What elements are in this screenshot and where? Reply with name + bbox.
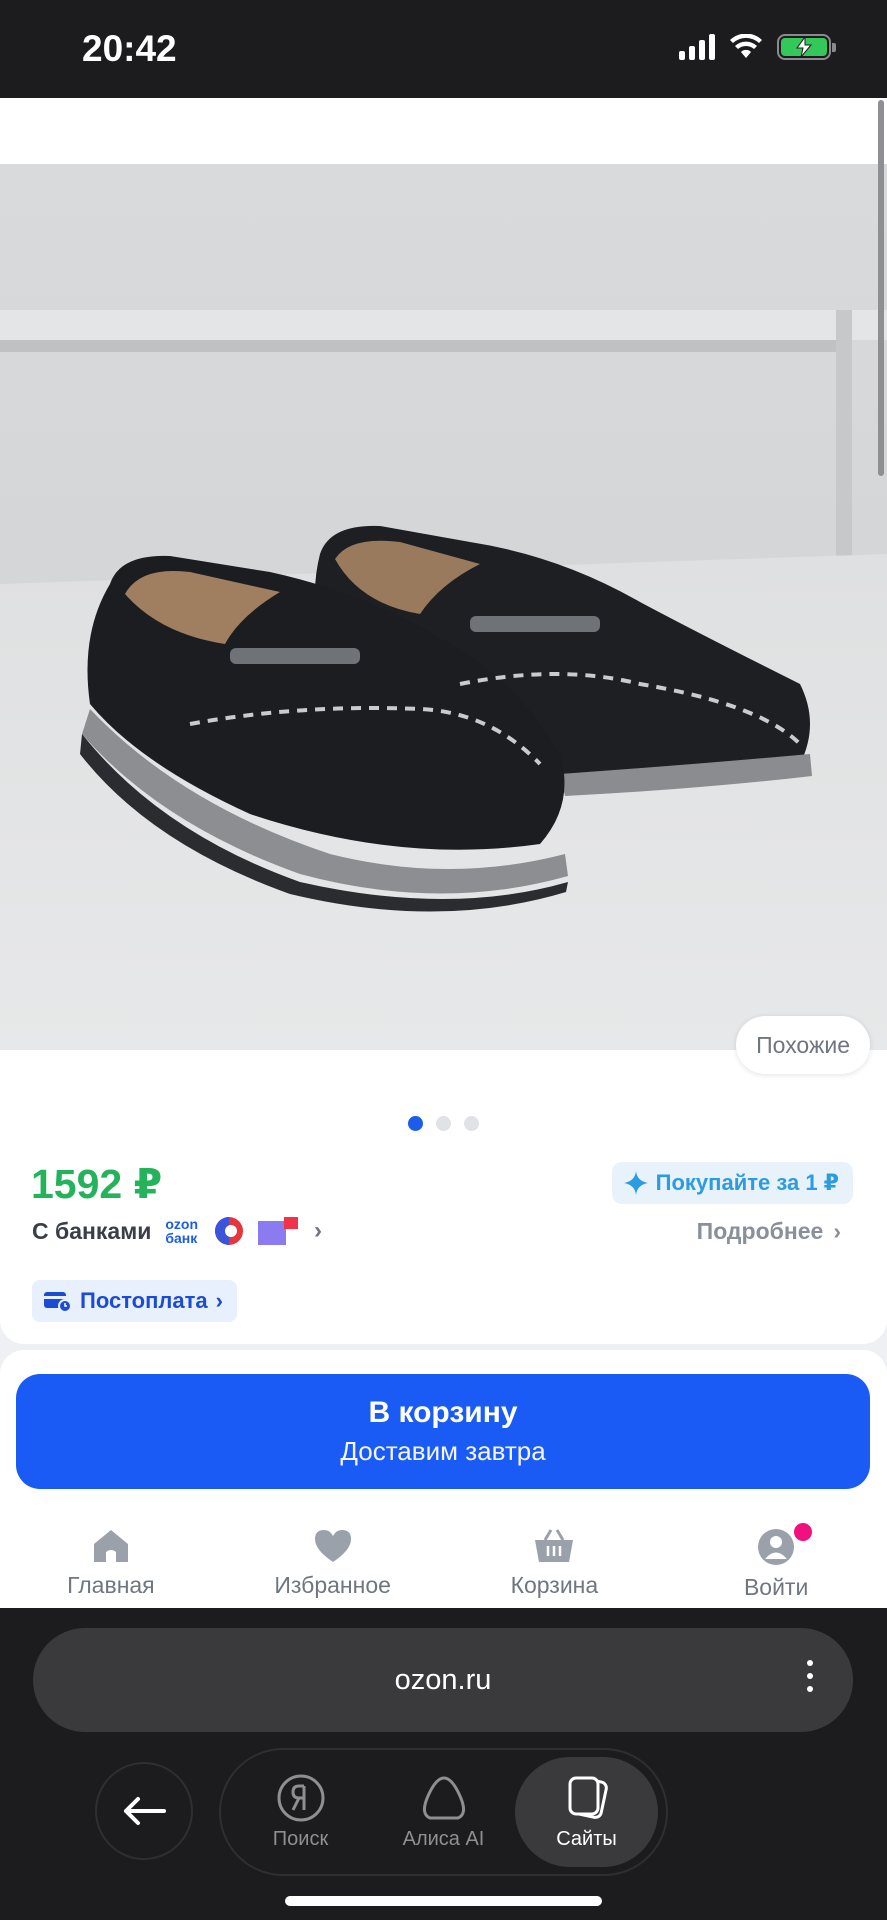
notification-badge [791,1520,816,1544]
heart-icon [314,1530,351,1562]
product-card: Похожие 1592 ₽ Покупайте за 1 ₽ С банкам… [0,164,887,1344]
postpay-label: Постоплата [80,1288,208,1313]
address-bar[interactable]: ozon.ru [33,1628,853,1732]
basket-icon [535,1529,574,1562]
tab-search[interactable]: Поиск [229,1757,372,1867]
nav-favorites-label: Избранное [274,1572,391,1598]
more-menu-icon[interactable] [807,1660,813,1692]
yandex-icon [277,1774,324,1821]
tab-alice[interactable]: Алиса AI [372,1757,515,1867]
status-bar: 20:42 [0,0,887,98]
product-photo[interactable] [0,164,887,1050]
tab-search-label: Поиск [272,1827,329,1850]
bank-offers[interactable]: С банками ozon банк › [32,1216,322,1246]
home-indicator[interactable] [285,1896,602,1906]
chevron-right-icon: › [215,1288,223,1313]
tabs-icon [568,1776,608,1819]
delivery-label: Доставим завтра [340,1436,546,1466]
similar-button[interactable]: Похожие [736,1016,870,1074]
details-link[interactable]: Подробнее › [697,1218,841,1245]
url-text: ozon.ru [394,1663,492,1696]
nav-login[interactable]: Войти [665,1510,887,1608]
cart-panel: В корзину Доставим завтра Главная Избран… [0,1350,887,1608]
nav-cart[interactable]: Корзина [444,1510,666,1608]
banks-label: С банками [32,1217,152,1244]
pager-dot[interactable] [408,1116,423,1131]
add-to-cart-label: В корзину [368,1396,518,1429]
nav-home[interactable]: Главная [0,1510,222,1608]
battery-icon [777,34,836,60]
home-icon [93,1530,128,1562]
image-pager[interactable] [0,1116,887,1131]
browser-toolbar: ozon.ru Поиск Алиса AI Сайты [0,1608,887,1920]
user-icon [758,1529,795,1565]
bottom-nav: Главная Избранное Корзина Войти [0,1510,887,1608]
nav-home-label: Главная [67,1572,155,1598]
promo-text: Покупайте за 1 ₽ [655,1170,839,1195]
postpay-badge[interactable]: Постоплата › [32,1280,237,1322]
nav-cart-label: Корзина [510,1572,599,1598]
tab-alice-label: Алиса AI [402,1827,485,1850]
chevron-right-icon: › [314,1217,323,1244]
arrow-left-icon [124,1797,166,1825]
signal-icon [679,34,715,60]
promo-badge[interactable]: Покупайте за 1 ₽ [611,1162,853,1204]
wifi-icon [730,34,762,58]
status-icons [679,34,836,60]
alice-icon [422,1775,465,1819]
product-price: 1592 ₽ [31,1161,163,1207]
web-page: Похожие 1592 ₽ Покупайте за 1 ₽ С банкам… [0,98,887,1608]
pager-dot[interactable] [464,1116,479,1131]
pager-dot[interactable] [436,1116,451,1131]
page-header [0,98,887,164]
tab-sites-label: Сайты [556,1827,617,1850]
bank-logo-icon [215,1217,244,1245]
add-to-cart-button[interactable]: В корзину Доставим завтра [16,1374,870,1489]
details-label: Подробнее [696,1218,824,1244]
status-time: 20:42 [82,28,177,69]
sparkle-icon [623,1171,648,1195]
chevron-right-icon: › [833,1218,841,1244]
nav-login-label: Войти [743,1574,809,1600]
back-button[interactable] [95,1762,193,1860]
browser-tabs: Поиск Алиса AI Сайты [219,1748,668,1876]
nav-favorites[interactable]: Избранное [222,1510,444,1608]
card-clock-icon [44,1292,72,1313]
ozon-bank-logo: ozon банк [165,1216,199,1246]
page-scrollbar[interactable] [878,100,884,476]
bank-card-icon [258,1217,299,1245]
tab-sites[interactable]: Сайты [515,1757,658,1867]
